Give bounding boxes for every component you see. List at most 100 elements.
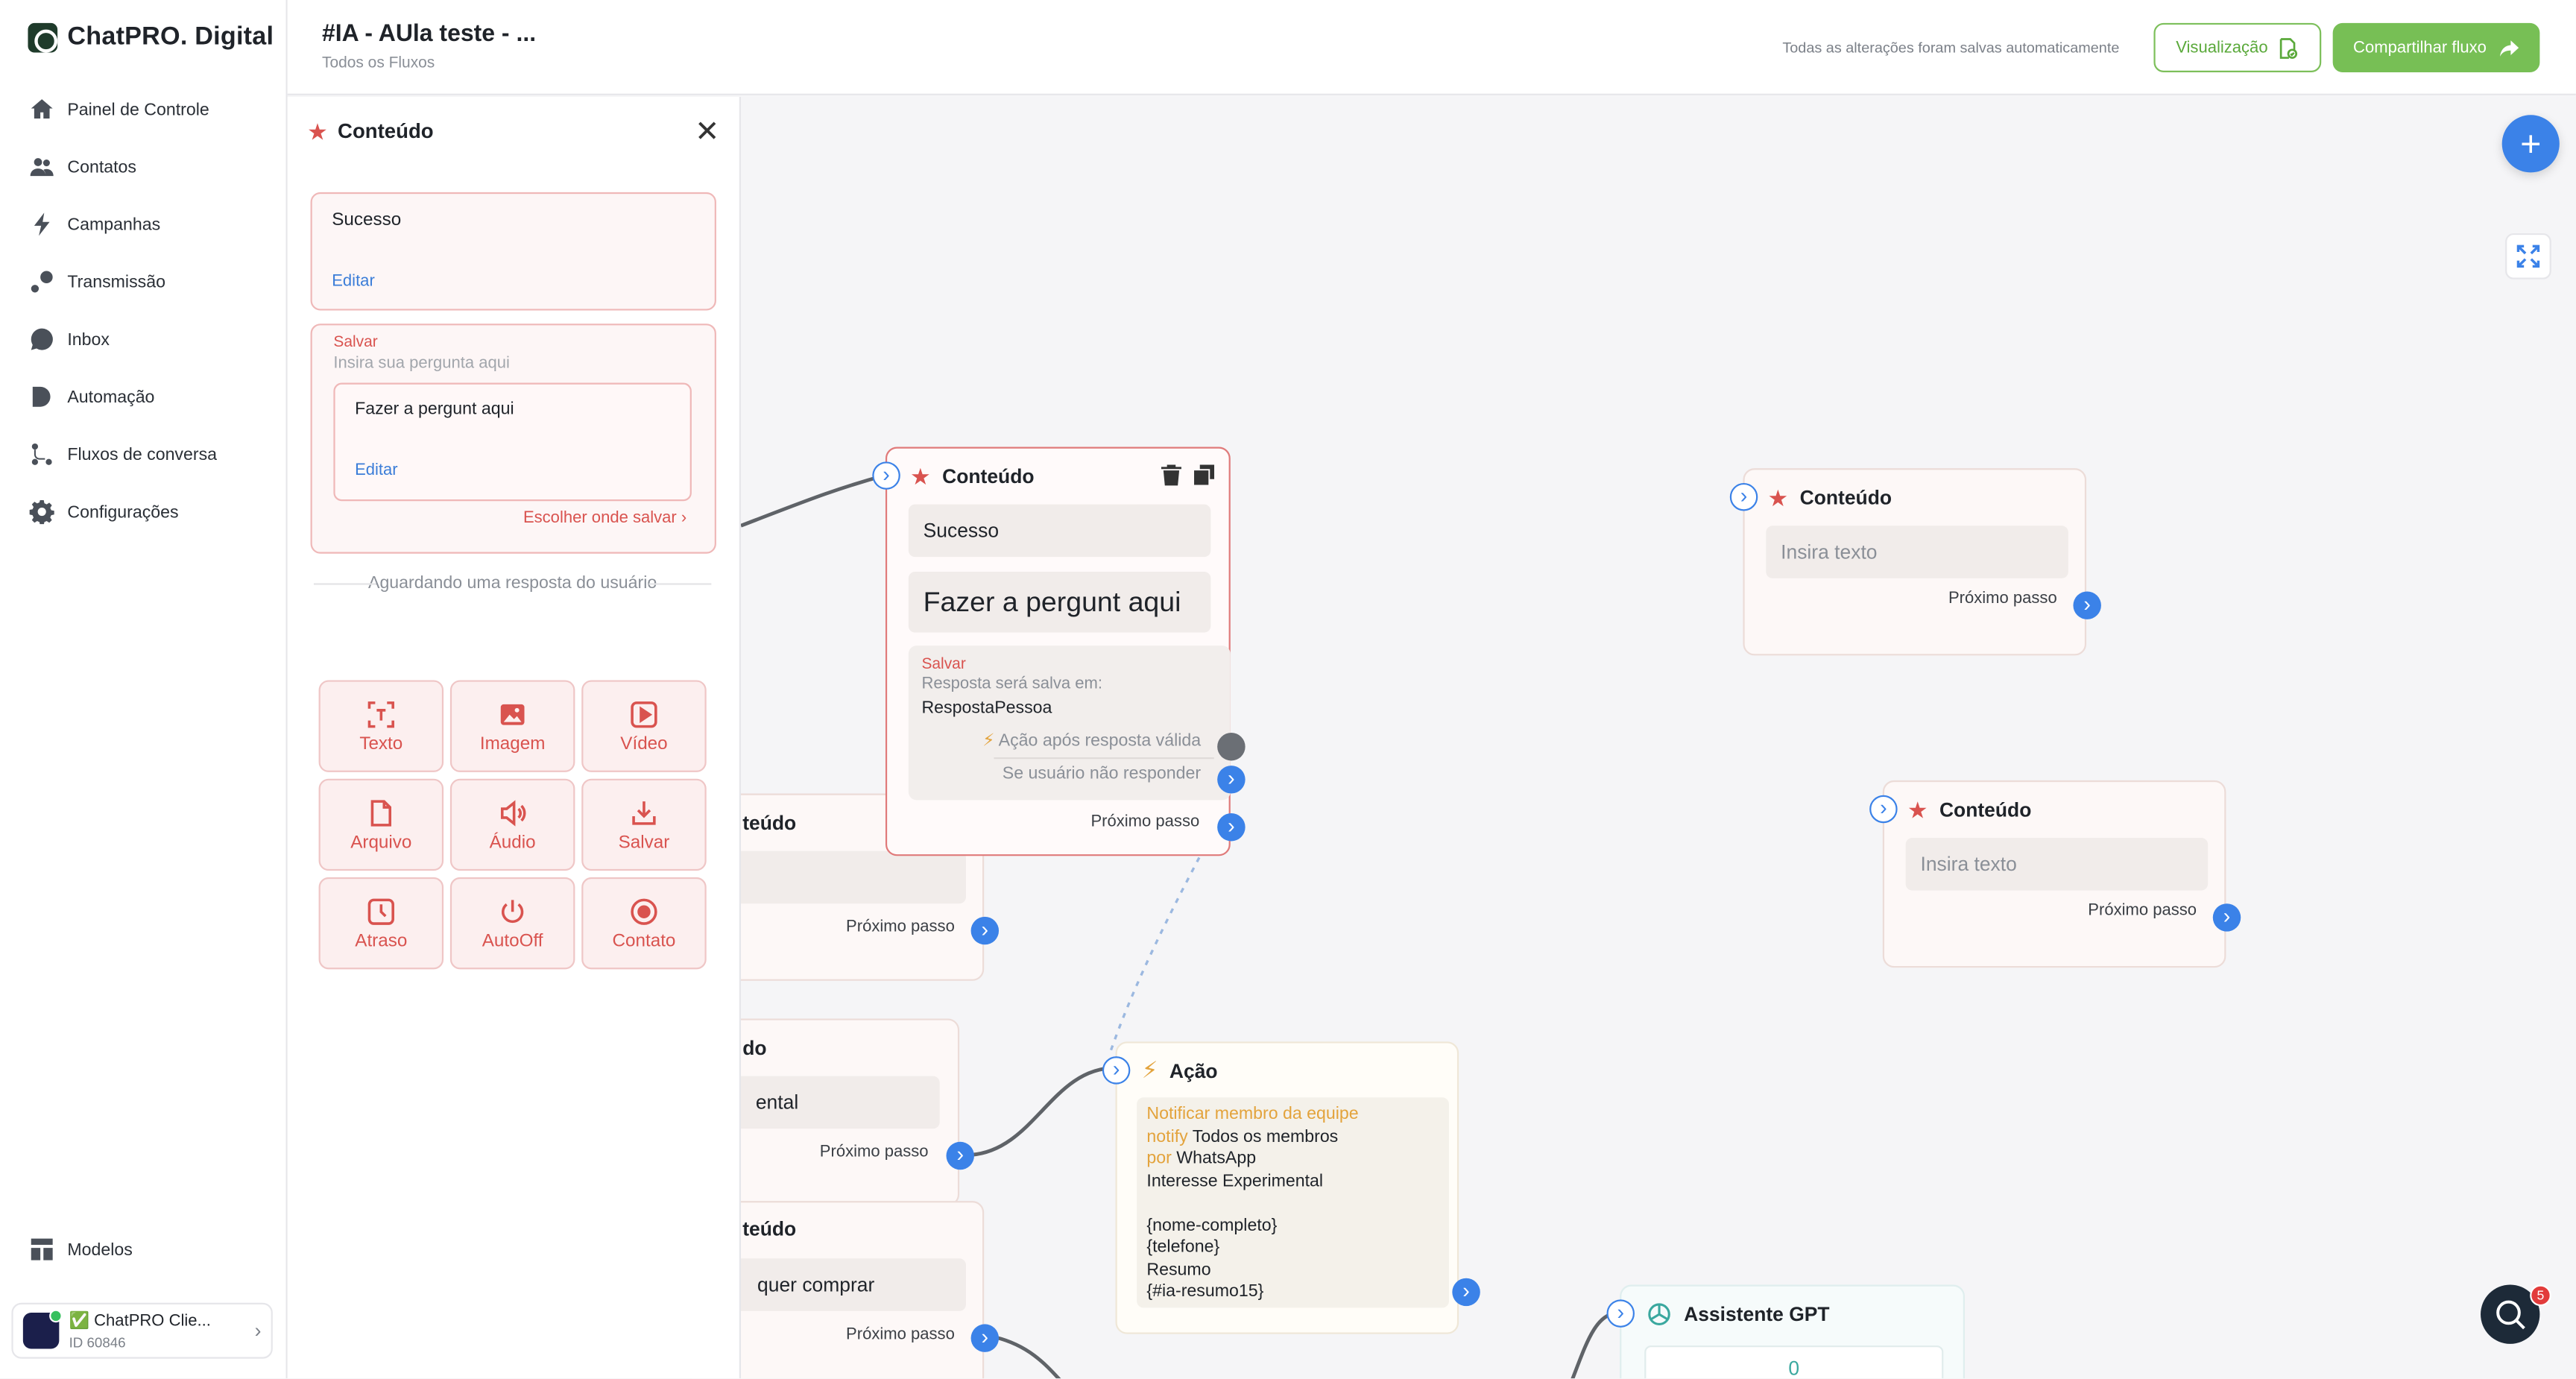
next-step-label: Próximo passo bbox=[846, 918, 955, 937]
next-step-connector[interactable] bbox=[970, 1324, 1000, 1352]
broadcast-icon bbox=[30, 269, 54, 294]
next-step-connector[interactable] bbox=[946, 1141, 974, 1170]
sidebar-item-fluxos[interactable]: Fluxos de conversa bbox=[0, 426, 288, 483]
next-step-connector[interactable] bbox=[2212, 903, 2241, 932]
bolt-icon: ⚡ bbox=[982, 730, 995, 751]
sidebar-item-label: Campanhas bbox=[67, 214, 161, 235]
preview-button[interactable]: Visualização bbox=[2153, 22, 2322, 72]
input-connector[interactable] bbox=[1869, 795, 1898, 824]
next-step-connector[interactable] bbox=[1217, 812, 1246, 842]
sidebar-item-label: Automação bbox=[67, 387, 155, 407]
content-editor-panel: ★ Conteúdo ✕ Sucesso Editar Salvar Insir… bbox=[287, 97, 742, 1379]
fit-view-button[interactable] bbox=[2505, 233, 2551, 280]
node-text-field[interactable]: Insira texto bbox=[1766, 526, 2068, 578]
add-video-button[interactable]: Vídeo bbox=[581, 680, 707, 772]
node-field[interactable]: quer comprar bbox=[707, 1258, 966, 1311]
sidebar-item-contatos[interactable]: Contatos bbox=[0, 138, 288, 195]
add-delay-button[interactable]: Atraso bbox=[318, 877, 444, 970]
no-response-connector[interactable] bbox=[1217, 766, 1246, 794]
next-step-connector[interactable] bbox=[970, 916, 1000, 945]
next-step-label: Próximo passo bbox=[846, 1325, 955, 1344]
node-title: do bbox=[742, 1036, 767, 1060]
account-switcher[interactable]: ✅ ChatPRO Clie... ID 60846 › bbox=[11, 1302, 273, 1359]
star-icon: ★ bbox=[910, 463, 931, 490]
duplicate-icon[interactable] bbox=[1193, 464, 1216, 487]
brand[interactable]: ChatPRO. Digital bbox=[28, 22, 274, 53]
input-connector[interactable] bbox=[1102, 1056, 1131, 1085]
message-box[interactable]: Sucesso Editar bbox=[310, 192, 716, 311]
plus-icon: + bbox=[2520, 122, 2542, 164]
close-icon[interactable]: ✕ bbox=[695, 115, 719, 149]
gpt-assistant-node[interactable]: Assistente GPT 0 bbox=[1606, 1284, 1965, 1379]
action-node[interactable]: ⚡ Ação Notificar membro da equipe notify… bbox=[1102, 1041, 1480, 1334]
next-step-label: Próximo passo bbox=[1948, 590, 2057, 608]
add-text-button[interactable]: Texto bbox=[318, 680, 444, 772]
edit-link[interactable]: Editar bbox=[355, 461, 398, 479]
contact-icon bbox=[631, 897, 657, 924]
page-title[interactable]: #IA - AUla teste - ... bbox=[322, 22, 536, 48]
next-step-connector[interactable] bbox=[2073, 591, 2101, 619]
action-after-valid[interactable]: ⚡ Ação após resposta válida bbox=[982, 731, 1201, 751]
question-placeholder: Insira sua pergunta aqui bbox=[333, 355, 510, 373]
content-type-grid: Texto Imagem Vídeo Arquivo Áudio Salvar bbox=[318, 680, 707, 970]
breadcrumb[interactable]: Todos os Fluxos bbox=[322, 54, 435, 72]
no-response-label: Se usuário não responder bbox=[1002, 763, 1202, 784]
add-autooff-button[interactable]: AutoOff bbox=[449, 877, 575, 970]
question-field[interactable]: Fazer a pergunt aqui Editar bbox=[333, 382, 692, 502]
share-icon bbox=[2499, 40, 2519, 56]
header: #IA - AUla teste - ... Todos os Fluxos T… bbox=[287, 0, 2576, 95]
add-file-button[interactable]: Arquivo bbox=[318, 778, 444, 871]
input-connector[interactable] bbox=[872, 461, 900, 490]
save-variable: RespostaPessoa bbox=[921, 698, 1052, 719]
sidebar-item-configuracoes[interactable]: Configurações bbox=[0, 483, 288, 540]
selected-content-node[interactable]: ★ Conteúdo Sucesso Fazer a pergunt aqui … bbox=[872, 446, 1246, 856]
input-connector[interactable] bbox=[1606, 1299, 1635, 1328]
next-step-label: Próximo passo bbox=[819, 1143, 929, 1162]
sidebar-bottom: Modelos bbox=[0, 1221, 288, 1278]
question-box[interactable]: Salvar Insira sua pergunta aqui Fazer a … bbox=[310, 324, 716, 554]
node-title: Conteúdo bbox=[942, 464, 1035, 488]
sidebar-item-label: Inbox bbox=[67, 329, 110, 350]
sidebar-item-automacao[interactable]: Automação bbox=[0, 368, 288, 426]
node-field[interactable]: ental bbox=[707, 1076, 940, 1129]
sidebar-item-transmissao[interactable]: Transmissão bbox=[0, 253, 288, 310]
add-save-button[interactable]: Salvar bbox=[581, 778, 707, 871]
action-details[interactable]: Notificar membro da equipe notify Todos … bbox=[1137, 1097, 1449, 1308]
brand-logo-icon bbox=[28, 22, 58, 53]
choose-save-location[interactable]: Escolher onde salvar › bbox=[523, 509, 686, 527]
next-step-label: Próximo passo bbox=[2088, 901, 2197, 921]
sidebar-item-modelos[interactable]: Modelos bbox=[0, 1221, 288, 1278]
flow-icon bbox=[30, 442, 54, 467]
node-field-question[interactable]: Fazer a pergunt aqui bbox=[908, 571, 1211, 633]
next-step-connector[interactable] bbox=[1452, 1278, 1480, 1307]
sidebar-item-painel[interactable]: Painel de Controle bbox=[0, 81, 288, 138]
node-field[interactable] bbox=[707, 851, 966, 904]
add-node-button[interactable]: + bbox=[2501, 115, 2560, 173]
save-response-section[interactable]: Salvar Resposta será salva em: RespostaP… bbox=[908, 646, 1231, 801]
content-node[interactable]: ★ Conteúdo Insira texto Próximo passo bbox=[1869, 780, 2241, 968]
share-flow-button[interactable]: Compartilhar fluxo bbox=[2332, 22, 2540, 72]
action-connector[interactable] bbox=[1217, 732, 1246, 761]
add-contact-button[interactable]: Contato bbox=[581, 877, 707, 970]
input-connector[interactable] bbox=[1729, 482, 1758, 511]
waiting-response-label: Aguardando uma resposta do usuário bbox=[313, 573, 712, 595]
star-icon: ★ bbox=[1767, 485, 1789, 511]
file-icon bbox=[370, 799, 392, 826]
sidebar-item-campanhas[interactable]: Campanhas bbox=[0, 195, 288, 253]
search-chat-icon bbox=[2496, 1300, 2525, 1330]
node-text-field[interactable]: Insira texto bbox=[1905, 838, 2209, 891]
node-title: Conteúdo bbox=[1939, 798, 2032, 821]
notification-badge: 5 bbox=[2530, 1284, 2551, 1307]
sidebar-item-inbox[interactable]: Inbox bbox=[0, 311, 288, 368]
avatar bbox=[22, 1309, 63, 1349]
trash-icon[interactable] bbox=[1160, 464, 1183, 487]
node-title: Conteúdo bbox=[1799, 486, 1892, 510]
node-field-success[interactable]: Sucesso bbox=[908, 504, 1211, 558]
templates-icon bbox=[30, 1237, 54, 1262]
add-image-button[interactable]: Imagem bbox=[449, 680, 575, 772]
edit-link[interactable]: Editar bbox=[332, 273, 375, 291]
add-audio-button[interactable]: Áudio bbox=[449, 778, 575, 871]
video-icon bbox=[631, 700, 657, 728]
content-node[interactable]: ★ Conteúdo Insira texto Próximo passo bbox=[1729, 468, 2101, 656]
users-icon bbox=[30, 154, 54, 179]
